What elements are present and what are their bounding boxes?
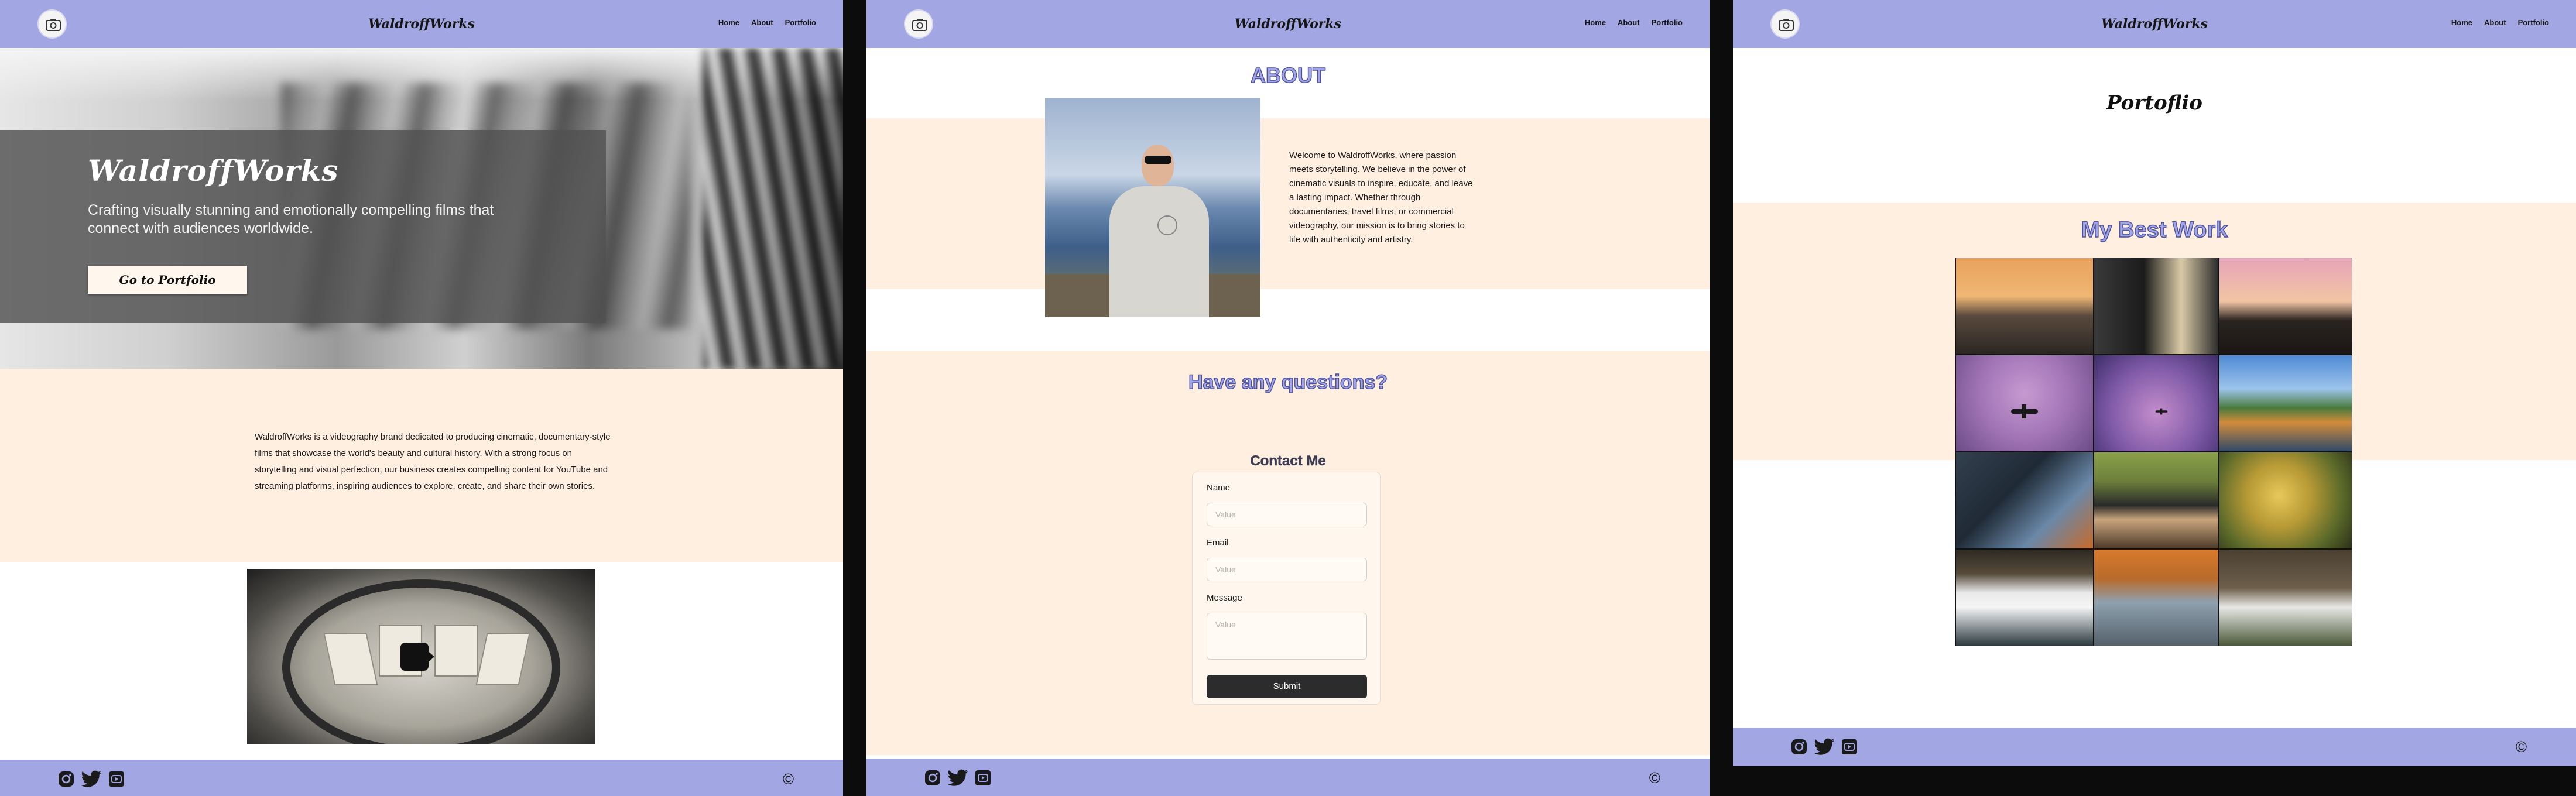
instagram-icon[interactable]: [924, 769, 941, 787]
name-label: Name: [1207, 483, 1231, 493]
photo-detail: [1157, 215, 1177, 235]
copyright: ©: [782, 770, 794, 788]
social-links: [1790, 738, 1858, 756]
nav-about[interactable]: About: [751, 18, 773, 27]
contact-form: Name Value Email Value Message Value Sub…: [1192, 472, 1381, 705]
youtube-icon[interactable]: [974, 769, 992, 787]
nav-links: Home About Portfolio: [2451, 18, 2549, 27]
nav-home[interactable]: Home: [2451, 18, 2472, 27]
navbar: WaldroffWorks Home About Portfolio: [1733, 0, 2576, 48]
hero-title: WaldroffWorks: [88, 153, 339, 188]
youtube-icon[interactable]: [1841, 738, 1858, 756]
instagram-icon[interactable]: [57, 770, 75, 788]
gallery-photo[interactable]: [2219, 550, 2352, 646]
about-band: [866, 118, 1710, 289]
portrait-photo: [1045, 98, 1260, 317]
about-text: Welcome to WaldroffWorks, where passion …: [1289, 150, 1473, 245]
contact-heading: Contact Me: [1250, 453, 1326, 469]
nav-about[interactable]: About: [1618, 18, 1640, 27]
youtube-icon[interactable]: [108, 770, 125, 788]
intro-section: WaldroffWorks is a videography brand ded…: [0, 369, 843, 562]
navbar: WaldroffWorks Home About Portfolio: [0, 0, 843, 48]
footer: ©: [0, 760, 843, 796]
nav-home[interactable]: Home: [718, 18, 739, 27]
go-to-portfolio-button[interactable]: Go to Portfolio: [88, 266, 247, 294]
gallery-photo[interactable]: [2094, 258, 2218, 354]
social-links: [57, 770, 125, 788]
gallery-photo[interactable]: [2094, 355, 2218, 451]
photo-gallery: [1955, 258, 2352, 646]
gallery-photo[interactable]: [1956, 452, 2093, 548]
hero-overlay: WaldroffWorks Crafting visually stunning…: [0, 130, 606, 323]
questions-heading: Have any questions?: [1188, 370, 1388, 394]
gallery-photo[interactable]: [2219, 452, 2352, 548]
instagram-icon[interactable]: [1790, 738, 1808, 756]
photo-detail: [1145, 156, 1171, 164]
social-links: [924, 769, 992, 787]
nav-portfolio[interactable]: Portfolio: [1652, 18, 1683, 27]
gallery-photo[interactable]: [2219, 258, 2352, 354]
portfolio-heading: Portoflio: [2106, 91, 2202, 115]
brand-title: WaldroffWorks: [368, 16, 475, 32]
gallery-photo[interactable]: [2094, 452, 2218, 548]
nav-home[interactable]: Home: [1585, 18, 1606, 27]
gallery-photo[interactable]: [2094, 550, 2218, 646]
email-label: Email: [1207, 538, 1229, 548]
photo-detail: [1142, 145, 1174, 186]
about-heading: ABOUT: [1250, 63, 1326, 88]
nav-links: Home About Portfolio: [718, 18, 816, 27]
page-end: [1733, 766, 2576, 796]
footer: ©: [1733, 728, 2576, 766]
gallery-photo[interactable]: [1956, 258, 2093, 354]
gallery-photo[interactable]: [2219, 355, 2352, 451]
submit-button[interactable]: Submit: [1207, 675, 1367, 698]
portfolio-page: WaldroffWorks Home About Portfolio Porto…: [1733, 0, 2576, 796]
photo-detail: [2011, 404, 2038, 418]
navbar: WaldroffWorks Home About Portfolio: [866, 0, 1710, 48]
twitter-icon[interactable]: [1814, 738, 1835, 756]
email-field[interactable]: Value: [1207, 558, 1367, 581]
nav-links: Home About Portfolio: [1585, 18, 1683, 27]
hero-motion-blur-edge: [703, 48, 843, 369]
hero-subtitle: Crafting visually stunning and emotional…: [88, 202, 494, 236]
name-field[interactable]: Value: [1207, 503, 1367, 526]
video-player[interactable]: [247, 569, 595, 744]
twitter-icon[interactable]: [947, 769, 968, 787]
brand-title: WaldroffWorks: [2101, 16, 2208, 32]
footer: ©: [866, 759, 1710, 796]
hero-section: WaldroffWorks Crafting visually stunning…: [0, 48, 843, 369]
best-work-heading: My Best Work: [2081, 217, 2228, 243]
nav-portfolio[interactable]: Portfolio: [2518, 18, 2549, 27]
home-page: WaldroffWorks Home About Portfolio Waldr…: [0, 0, 843, 796]
photo-detail: [1109, 186, 1209, 317]
gallery-photo[interactable]: [1956, 355, 2093, 451]
copyright: ©: [1649, 769, 1660, 787]
about-page: WaldroffWorks Home About Portfolio ABOUT…: [866, 0, 1710, 796]
twitter-icon[interactable]: [81, 770, 102, 788]
brand-title: WaldroffWorks: [1234, 16, 1342, 32]
copyright: ©: [2515, 738, 2527, 756]
nav-about[interactable]: About: [2484, 18, 2506, 27]
play-icon[interactable]: [400, 643, 434, 671]
nav-portfolio[interactable]: Portfolio: [785, 18, 816, 27]
intro-text: WaldroffWorks is a videography brand ded…: [255, 432, 611, 491]
gallery-photo[interactable]: [1956, 550, 2093, 646]
message-label: Message: [1207, 593, 1242, 603]
message-field[interactable]: Value: [1207, 613, 1367, 660]
photo-detail: [2155, 408, 2168, 415]
